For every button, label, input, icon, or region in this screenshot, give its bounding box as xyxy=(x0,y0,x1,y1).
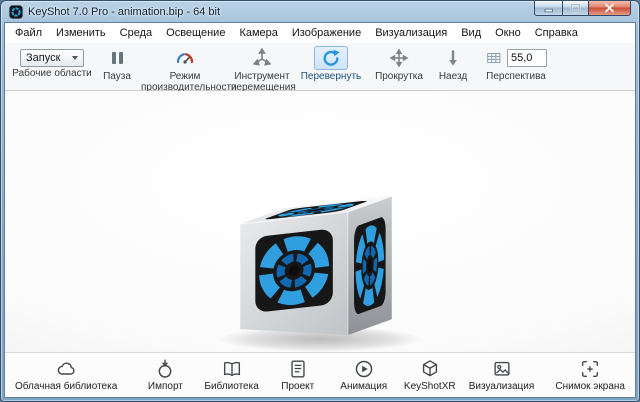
workspace-value: Запуск xyxy=(26,52,60,64)
workspace-select[interactable]: Запуск xyxy=(20,49,84,67)
cube-icon xyxy=(418,358,442,380)
viewport[interactable] xyxy=(5,91,635,352)
scene-cube xyxy=(5,91,635,352)
pan-icon xyxy=(389,48,409,68)
toolbar: Запуск Рабочие области Пауза xyxy=(5,43,635,91)
keyshot-app-icon xyxy=(9,5,23,19)
play-circle-icon xyxy=(352,358,376,380)
screenshot-label: Снимок экрана xyxy=(555,381,625,392)
library-button[interactable]: Библиотека xyxy=(204,358,258,392)
bottom-toolbar: Облачная библиотека Импорт xyxy=(5,352,635,397)
import-button[interactable]: Импорт xyxy=(138,358,192,392)
animation-button[interactable]: Анимация xyxy=(337,358,391,392)
perspective-input[interactable] xyxy=(507,49,547,67)
app-window: KeyShot 7.0 Pro - animation.bip - 64 bit xyxy=(0,0,640,402)
screenshot-viewfinder-icon xyxy=(578,358,602,380)
close-icon xyxy=(604,3,615,13)
menu-render[interactable]: Визуализация xyxy=(368,23,454,43)
perspective-tool: Перспектива xyxy=(477,46,555,83)
menubar: Файл Изменить Среда Освещение Камера Изо… xyxy=(5,23,635,43)
pause-icon xyxy=(112,52,123,64)
menu-view[interactable]: Вид xyxy=(454,23,488,43)
close-button[interactable] xyxy=(589,1,631,16)
client-area: Файл Изменить Среда Освещение Камера Изо… xyxy=(4,22,636,398)
menu-window[interactable]: Окно xyxy=(488,23,528,43)
minimize-button[interactable] xyxy=(534,1,562,16)
menu-environment[interactable]: Среда xyxy=(113,23,159,43)
minimize-icon xyxy=(544,4,554,13)
tumble-label: Перевернуть xyxy=(301,72,362,83)
animation-label: Анимация xyxy=(340,381,387,392)
dolly-arrow-icon xyxy=(443,48,463,68)
project-button[interactable]: Проект xyxy=(271,358,325,392)
project-label: Проект xyxy=(281,381,314,392)
move-tool-label: Инструмент перемещения xyxy=(231,72,293,93)
menu-image[interactable]: Изображение xyxy=(285,23,368,43)
open-book-icon xyxy=(220,358,244,380)
workspace-label: Рабочие области xyxy=(12,69,92,80)
window-controls xyxy=(534,1,631,16)
cloud-icon xyxy=(54,358,78,380)
bottom-center-group: Импорт Библиотека xyxy=(117,358,555,392)
maximize-button[interactable] xyxy=(562,1,589,16)
tumble-rotate-icon xyxy=(321,48,341,68)
import-icon xyxy=(153,358,177,380)
project-document-icon xyxy=(286,358,310,380)
keyshotxr-label: KeyShotXR xyxy=(404,381,456,392)
render-label: Визуализация xyxy=(469,381,534,392)
cloud-library-label: Облачная библиотека xyxy=(15,381,117,392)
screenshot-button[interactable]: Снимок экрана xyxy=(555,358,625,392)
pause-button[interactable]: Пауза xyxy=(95,46,139,83)
workspace-tool: Запуск Рабочие области xyxy=(11,46,93,80)
perspective-label: Перспектива xyxy=(486,72,546,83)
cloud-library-button[interactable]: Облачная библиотека xyxy=(15,358,117,392)
import-label: Импорт xyxy=(148,381,183,392)
maximize-icon xyxy=(570,3,581,13)
pause-label: Пауза xyxy=(103,72,131,83)
menu-help[interactable]: Справка xyxy=(528,23,585,43)
render-button[interactable]: Визуализация xyxy=(469,358,534,392)
menu-lighting[interactable]: Освещение xyxy=(159,23,232,43)
tumble-button[interactable]: Перевернуть xyxy=(295,46,367,83)
pan-button[interactable]: Прокрутка xyxy=(369,46,429,83)
chevron-down-icon xyxy=(72,56,78,60)
move-tool-button[interactable]: Инструмент перемещения xyxy=(231,46,293,93)
performance-gauge-icon xyxy=(175,48,195,68)
menu-file[interactable]: Файл xyxy=(8,23,49,43)
render-image-icon xyxy=(490,358,514,380)
keyshotxr-button[interactable]: KeyShotXR xyxy=(403,358,457,392)
menu-camera[interactable]: Камера xyxy=(232,23,284,43)
dolly-label: Наезд xyxy=(439,72,467,83)
perspective-grid-icon xyxy=(485,49,503,67)
performance-mode-button[interactable]: Режим производительности xyxy=(141,46,229,93)
window-title: KeyShot 7.0 Pro - animation.bip - 64 bit xyxy=(28,6,220,18)
dolly-button[interactable]: Наезд xyxy=(431,46,475,83)
move-tool-icon xyxy=(252,48,272,68)
menu-edit[interactable]: Изменить xyxy=(49,23,113,43)
library-label: Библиотека xyxy=(204,381,258,392)
performance-mode-label: Режим производительности xyxy=(141,72,229,93)
pan-label: Прокрутка xyxy=(375,72,423,83)
titlebar[interactable]: KeyShot 7.0 Pro - animation.bip - 64 bit xyxy=(1,1,639,22)
